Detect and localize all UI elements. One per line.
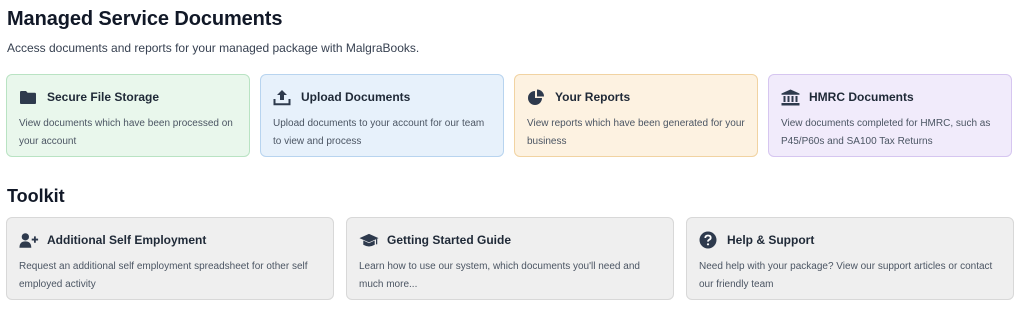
question-circle-icon	[699, 231, 719, 249]
card-title: Your Reports	[555, 90, 631, 104]
page-title: Managed Service Documents	[7, 8, 283, 30]
page-subtitle: Access documents and reports for your ma…	[7, 41, 420, 55]
card-description: Learn how to use our system, which docum…	[359, 261, 640, 290]
card-description: View reports which have been generated f…	[527, 118, 745, 147]
additional-self-employment-card[interactable]: Additional Self Employment Request an ad…	[6, 217, 334, 300]
hmrc-documents-card[interactable]: HMRC Documents View documents completed …	[768, 74, 1012, 157]
graduation-cap-icon	[359, 231, 379, 249]
card-description: Need help with your package? View our su…	[699, 261, 993, 290]
your-reports-card[interactable]: Your Reports View reports which have bee…	[514, 74, 758, 157]
folder-icon	[19, 88, 39, 106]
card-description: Request an additional self employment sp…	[19, 261, 308, 290]
pie-chart-icon	[527, 88, 547, 106]
add-user-icon	[19, 231, 39, 249]
secure-file-storage-card[interactable]: Secure File Storage View documents which…	[6, 74, 250, 157]
documents-row: Secure File Storage View documents which…	[6, 74, 1012, 157]
card-title: Getting Started Guide	[387, 233, 512, 247]
upload-documents-card[interactable]: Upload Documents Upload documents to you…	[260, 74, 504, 157]
upload-icon	[273, 88, 293, 106]
card-title: Additional Self Employment	[47, 233, 207, 247]
card-title: HMRC Documents	[809, 90, 914, 104]
bank-icon	[781, 88, 801, 106]
card-title: Help & Support	[727, 233, 815, 247]
card-description: View documents which have been processed…	[19, 118, 233, 147]
card-description: Upload documents to your account for our…	[273, 118, 485, 147]
card-title: Secure File Storage	[47, 90, 160, 104]
card-title: Upload Documents	[301, 90, 411, 104]
help-support-card[interactable]: Help & Support Need help with your packa…	[686, 217, 1014, 300]
toolkit-title: Toolkit	[7, 186, 65, 206]
getting-started-guide-card[interactable]: Getting Started Guide Learn how to use o…	[346, 217, 674, 300]
card-description: View documents completed for HMRC, such …	[781, 118, 991, 147]
toolkit-row: Additional Self Employment Request an ad…	[6, 217, 1014, 300]
